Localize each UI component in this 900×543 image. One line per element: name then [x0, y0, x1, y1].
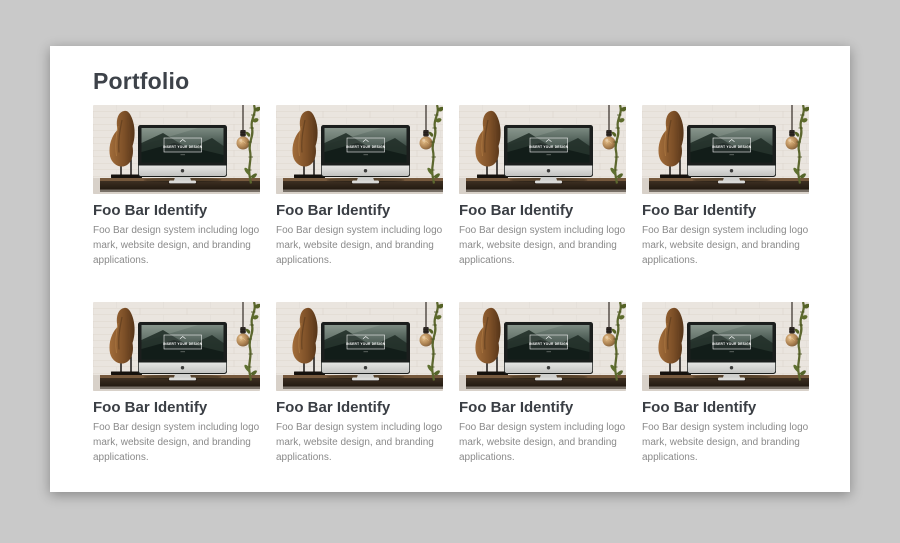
card-description: Foo Bar design system including logo mar…: [642, 223, 809, 268]
portfolio-card: Foo Bar Identify Foo Bar design system i…: [93, 105, 260, 268]
content-card: Portfolio Foo Bar Identify Foo Bar desig…: [50, 46, 850, 492]
portfolio-thumbnail[interactable]: [459, 105, 626, 194]
portfolio-thumbnail[interactable]: [93, 105, 260, 194]
card-description: Foo Bar design system including logo mar…: [93, 420, 260, 465]
card-description: Foo Bar design system including logo mar…: [276, 223, 443, 268]
card-description: Foo Bar design system including logo mar…: [642, 420, 809, 465]
imac-mockup-image: [276, 105, 443, 194]
page-title: Portfolio: [93, 70, 810, 93]
card-title: Foo Bar Identify: [93, 398, 260, 417]
imac-mockup-image: [459, 105, 626, 194]
portfolio-grid: Foo Bar Identify Foo Bar design system i…: [93, 105, 810, 465]
card-description: Foo Bar design system including logo mar…: [459, 223, 626, 268]
portfolio-thumbnail[interactable]: [459, 302, 626, 391]
portfolio-card: Foo Bar Identify Foo Bar design system i…: [93, 302, 260, 465]
imac-mockup-image: [93, 105, 260, 194]
portfolio-card: Foo Bar Identify Foo Bar design system i…: [642, 302, 809, 465]
imac-mockup-image: [642, 105, 809, 194]
portfolio-thumbnail[interactable]: [276, 302, 443, 391]
card-title: Foo Bar Identify: [276, 398, 443, 417]
imac-mockup-image: [459, 302, 626, 391]
card-title: Foo Bar Identify: [642, 398, 809, 417]
imac-mockup-image: [93, 302, 260, 391]
portfolio-thumbnail[interactable]: [276, 105, 443, 194]
portfolio-card: Foo Bar Identify Foo Bar design system i…: [459, 105, 626, 268]
portfolio-card: Foo Bar Identify Foo Bar design system i…: [276, 105, 443, 268]
card-title: Foo Bar Identify: [276, 201, 443, 220]
card-description: Foo Bar design system including logo mar…: [276, 420, 443, 465]
portfolio-thumbnail[interactable]: [93, 302, 260, 391]
card-title: Foo Bar Identify: [459, 398, 626, 417]
portfolio-thumbnail[interactable]: [642, 302, 809, 391]
imac-mockup-image: [276, 302, 443, 391]
card-description: Foo Bar design system including logo mar…: [93, 223, 260, 268]
card-title: Foo Bar Identify: [459, 201, 626, 220]
card-title: Foo Bar Identify: [93, 201, 260, 220]
portfolio-thumbnail[interactable]: [642, 105, 809, 194]
portfolio-card: Foo Bar Identify Foo Bar design system i…: [459, 302, 626, 465]
card-title: Foo Bar Identify: [642, 201, 809, 220]
portfolio-card: Foo Bar Identify Foo Bar design system i…: [276, 302, 443, 465]
imac-mockup-image: [642, 302, 809, 391]
card-description: Foo Bar design system including logo mar…: [459, 420, 626, 465]
portfolio-card: Foo Bar Identify Foo Bar design system i…: [642, 105, 809, 268]
